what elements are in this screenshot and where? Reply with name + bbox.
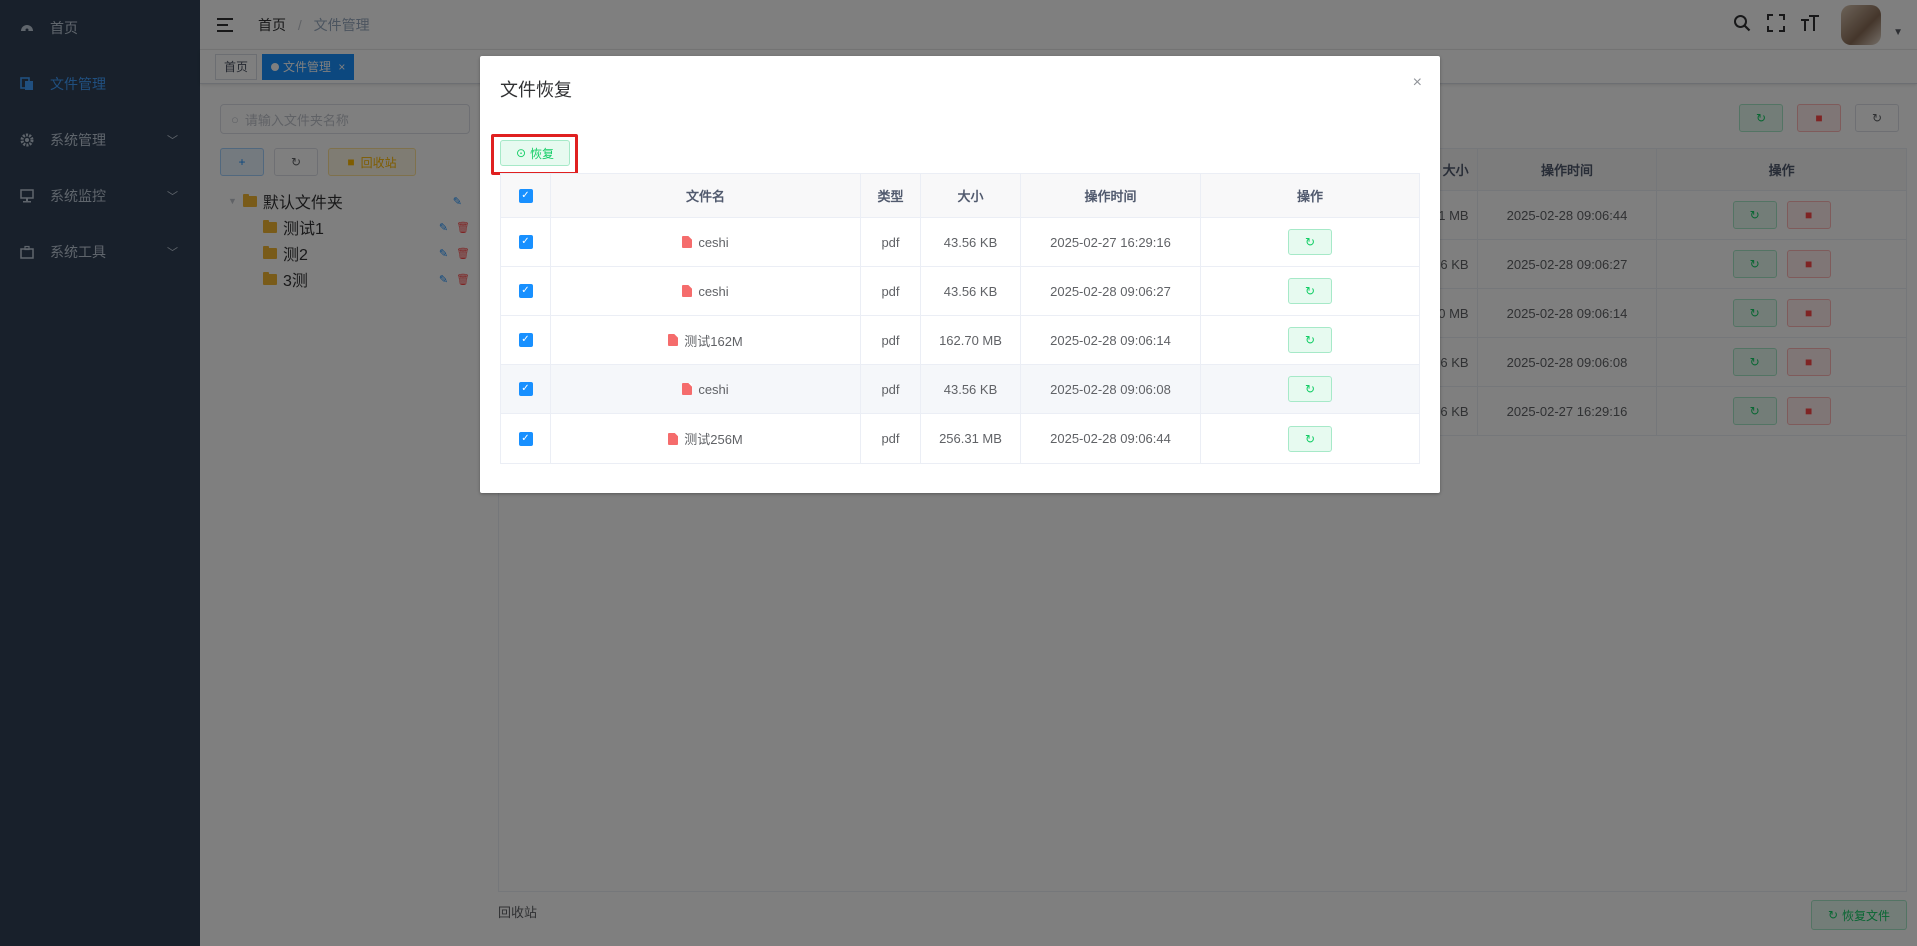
select-cell: ✓	[501, 365, 551, 413]
cell-time: 2025-02-28 09:06:14	[1021, 316, 1201, 364]
select-cell: ✓	[501, 267, 551, 315]
dialog-table: ✓ 文件名 类型 大小 操作时间 操作 ✓ ceshi pdf 43.56 KB 202…	[500, 173, 1420, 464]
restore-icon: ↻	[1304, 284, 1316, 298]
pdf-file-icon	[682, 285, 693, 297]
row-checkbox[interactable]: ✓	[518, 333, 533, 347]
pdf-file-icon	[682, 236, 693, 248]
pdf-file-icon	[668, 334, 679, 346]
file-name: ceshi	[698, 381, 729, 397]
cell-actions: ↻	[1201, 316, 1419, 364]
cell-actions: ↻	[1201, 414, 1419, 463]
select-all-cell: ✓	[501, 174, 551, 217]
cell-size: 256.31 MB	[921, 414, 1021, 463]
select-cell: ✓	[501, 414, 551, 463]
row-restore-button[interactable]: ↻	[1288, 229, 1332, 255]
header-filename: 文件名	[551, 174, 861, 217]
select-cell: ✓	[501, 218, 551, 266]
pdf-file-icon	[668, 432, 679, 445]
cell-size: 43.56 KB	[921, 365, 1021, 413]
dialog-title: 文件恢复	[500, 80, 572, 100]
select-cell: ✓	[501, 316, 551, 364]
cell-time: 2025-02-27 16:29:16	[1021, 218, 1201, 266]
file-name: ceshi	[698, 234, 729, 250]
file-name: 测试256M	[684, 432, 743, 447]
close-icon[interactable]: ×	[1413, 74, 1422, 92]
table-row[interactable]: ✓ 测试162M pdf 162.70 MB 2025-02-28 09:06:14 ↻	[501, 316, 1419, 365]
pdf-file-icon	[682, 383, 693, 395]
cell-type: pdf	[861, 218, 921, 266]
file-name: 测试162M	[684, 333, 743, 349]
cell-time: 2025-02-28 09:06:44	[1021, 414, 1201, 463]
cell-time: 2025-02-28 09:06:08	[1021, 365, 1201, 413]
cell-actions: ↻	[1201, 267, 1419, 315]
table-body: ✓ ceshi pdf 43.56 KB 2025-02-27 16:29:16 ↻ ✓ ce…	[501, 218, 1419, 463]
cell-type: pdf	[861, 414, 921, 463]
restore-label: 恢复	[530, 146, 555, 161]
header-type: 类型	[861, 174, 921, 217]
table-row[interactable]: ✓ ceshi pdf 43.56 KB 2025-02-28 09:06:27 ↻	[501, 267, 1419, 316]
cell-type: pdf	[861, 267, 921, 315]
row-restore-button[interactable]: ↻	[1288, 278, 1332, 304]
table-row[interactable]: ✓ 测试256M pdf 256.31 MB 2025-02-28 09:06:44 ↻	[501, 414, 1419, 463]
restore-icon: ↻	[1304, 382, 1316, 396]
row-checkbox[interactable]: ✓	[518, 284, 533, 298]
cell-filename: ceshi	[551, 365, 861, 413]
cell-filename: 测试162M	[551, 316, 861, 364]
cell-filename: ceshi	[551, 218, 861, 266]
header-time: 操作时间	[1021, 174, 1201, 217]
restore-icon: ↻	[1304, 333, 1316, 347]
header-size: 大小	[921, 174, 1021, 217]
cell-actions: ↻	[1201, 218, 1419, 266]
table-header: ✓ 文件名 类型 大小 操作时间 操作	[501, 174, 1419, 218]
table-row[interactable]: ✓ ceshi pdf 43.56 KB 2025-02-27 16:29:16 ↻	[501, 218, 1419, 267]
select-all-checkbox[interactable]: ✓	[518, 188, 533, 203]
header-actions: 操作	[1296, 189, 1323, 204]
row-restore-button[interactable]: ↻	[1288, 327, 1332, 353]
cell-type: pdf	[861, 316, 921, 364]
cell-size: 43.56 KB	[921, 267, 1021, 315]
cell-actions: ↻	[1201, 365, 1419, 413]
row-restore-button[interactable]: ↻	[1288, 376, 1332, 402]
restore-icon: ⊙	[515, 146, 527, 160]
cell-size: 162.70 MB	[921, 316, 1021, 364]
cell-time: 2025-02-28 09:06:27	[1021, 267, 1201, 315]
row-checkbox[interactable]: ✓	[518, 382, 533, 396]
row-restore-button[interactable]: ↻	[1288, 425, 1332, 452]
cell-filename: ceshi	[551, 267, 861, 315]
row-checkbox[interactable]: ✓	[518, 235, 533, 249]
table-row[interactable]: ✓ ceshi pdf 43.56 KB 2025-02-28 09:06:08 ↻	[501, 365, 1419, 414]
row-checkbox[interactable]: ✓	[518, 431, 533, 446]
file-name: ceshi	[698, 283, 729, 299]
cell-type: pdf	[861, 365, 921, 413]
restore-dialog: 文件恢复 × ⊙ 恢复 ✓ 文件名 类型 大小 操作时间 操作 ✓ ceshi pd…	[480, 56, 1440, 493]
restore-icon: ↻	[1304, 235, 1316, 249]
batch-restore-button[interactable]: ⊙ 恢复	[500, 140, 570, 166]
restore-icon: ↻	[1304, 431, 1316, 446]
cell-filename: 测试256M	[551, 414, 861, 463]
cell-size: 43.56 KB	[921, 218, 1021, 266]
